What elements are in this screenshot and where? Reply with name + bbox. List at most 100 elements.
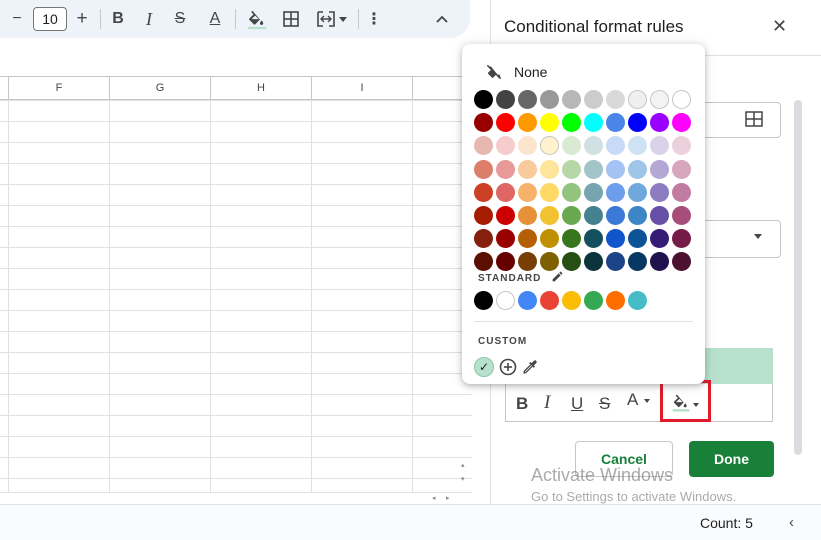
- palette-swatch[interactable]: [672, 159, 691, 179]
- standard-color-swatch[interactable]: [562, 291, 581, 310]
- palette-swatch[interactable]: [628, 159, 647, 179]
- palette-swatch[interactable]: [584, 159, 603, 179]
- palette-swatch[interactable]: [540, 113, 559, 133]
- palette-swatch[interactable]: [474, 252, 493, 272]
- palette-swatch[interactable]: [474, 159, 493, 179]
- palette-swatch[interactable]: [628, 90, 647, 109]
- palette-swatch[interactable]: [584, 229, 603, 249]
- range-input[interactable]: [699, 102, 781, 138]
- borders-button[interactable]: [279, 6, 303, 32]
- palette-swatch[interactable]: [672, 206, 691, 225]
- merge-cells-button[interactable]: [312, 6, 350, 32]
- palette-swatch[interactable]: [540, 136, 559, 156]
- standard-color-swatch[interactable]: [474, 291, 493, 310]
- scroll-down-icon[interactable]: ▾: [461, 475, 465, 483]
- palette-swatch[interactable]: [672, 136, 691, 156]
- palette-swatch[interactable]: [562, 229, 581, 249]
- fill-color-button[interactable]: [244, 6, 270, 32]
- style-italic-button[interactable]: I: [544, 392, 550, 414]
- palette-swatch[interactable]: [650, 252, 669, 272]
- palette-swatch[interactable]: [672, 182, 691, 202]
- horizontal-scrollbar[interactable]: ◂ ▸: [0, 492, 472, 502]
- spreadsheet-grid[interactable]: F G H I: [0, 76, 472, 506]
- palette-swatch[interactable]: [496, 113, 515, 133]
- palette-swatch[interactable]: [562, 90, 581, 109]
- palette-swatch[interactable]: [540, 159, 559, 179]
- palette-swatch[interactable]: [474, 206, 493, 225]
- palette-swatch[interactable]: [650, 90, 669, 109]
- palette-swatch[interactable]: [650, 229, 669, 249]
- palette-swatch[interactable]: [584, 90, 603, 109]
- palette-swatch[interactable]: [606, 206, 625, 225]
- none-color-option[interactable]: None: [484, 62, 547, 82]
- palette-swatch[interactable]: [562, 182, 581, 202]
- palette-swatch[interactable]: [672, 252, 691, 272]
- palette-swatch[interactable]: [650, 182, 669, 202]
- style-bold-button[interactable]: B: [516, 394, 528, 414]
- scroll-up-icon[interactable]: ▴: [461, 461, 465, 469]
- increase-font-size-button[interactable]: +: [72, 6, 92, 32]
- palette-swatch[interactable]: [562, 206, 581, 225]
- column-header-h[interactable]: H: [210, 77, 311, 100]
- select-range-icon[interactable]: [745, 111, 763, 127]
- palette-swatch[interactable]: [518, 113, 537, 133]
- standard-color-swatch[interactable]: [584, 291, 603, 310]
- palette-swatch[interactable]: [650, 136, 669, 156]
- standard-color-swatch[interactable]: [606, 291, 625, 310]
- palette-swatch[interactable]: [650, 159, 669, 179]
- palette-swatch[interactable]: [672, 113, 691, 133]
- bold-button[interactable]: B: [108, 6, 128, 32]
- eyedropper-icon[interactable]: [520, 357, 540, 377]
- style-strikethrough-button[interactable]: S: [599, 394, 610, 414]
- palette-swatch[interactable]: [562, 159, 581, 179]
- palette-swatch[interactable]: [474, 182, 493, 202]
- palette-swatch[interactable]: [584, 206, 603, 225]
- palette-swatch[interactable]: [628, 229, 647, 249]
- palette-swatch[interactable]: [584, 113, 603, 133]
- palette-swatch[interactable]: [474, 136, 493, 156]
- palette-swatch[interactable]: [540, 229, 559, 249]
- palette-swatch[interactable]: [496, 90, 515, 109]
- scroll-left-icon[interactable]: ◂: [432, 494, 436, 502]
- palette-swatch[interactable]: [518, 229, 537, 249]
- decrease-font-size-button[interactable]: −: [8, 6, 26, 32]
- panel-scrollbar[interactable]: [794, 100, 802, 455]
- style-fill-color-button[interactable]: [665, 387, 705, 417]
- palette-swatch[interactable]: [606, 113, 625, 133]
- palette-swatch[interactable]: [628, 136, 647, 156]
- palette-swatch[interactable]: [496, 206, 515, 225]
- palette-swatch[interactable]: [496, 136, 515, 156]
- column-header-i[interactable]: I: [311, 77, 412, 100]
- palette-swatch[interactable]: [474, 229, 493, 249]
- palette-swatch[interactable]: [628, 182, 647, 202]
- more-options-button[interactable]: ⋮: [366, 6, 382, 32]
- palette-swatch[interactable]: [540, 252, 559, 272]
- palette-swatch[interactable]: [496, 182, 515, 202]
- scroll-right-icon[interactable]: ▸: [446, 494, 450, 502]
- palette-swatch[interactable]: [496, 229, 515, 249]
- palette-swatch[interactable]: [518, 90, 537, 109]
- palette-swatch[interactable]: [650, 113, 669, 133]
- selection-count[interactable]: Count: 5: [700, 515, 753, 531]
- font-size-input[interactable]: 10: [33, 7, 67, 31]
- palette-swatch[interactable]: [606, 229, 625, 249]
- palette-swatch[interactable]: [628, 113, 647, 133]
- standard-color-swatch[interactable]: [518, 291, 537, 310]
- palette-swatch[interactable]: [518, 159, 537, 179]
- palette-swatch[interactable]: [518, 206, 537, 225]
- palette-swatch[interactable]: [496, 252, 515, 272]
- done-button[interactable]: Done: [689, 441, 774, 477]
- palette-swatch[interactable]: [518, 252, 537, 272]
- column-header-f[interactable]: F: [8, 77, 109, 100]
- palette-swatch[interactable]: [650, 206, 669, 225]
- palette-swatch[interactable]: [562, 252, 581, 272]
- palette-swatch[interactable]: [584, 182, 603, 202]
- add-custom-color-icon[interactable]: [498, 357, 518, 377]
- palette-swatch[interactable]: [606, 252, 625, 272]
- palette-swatch[interactable]: [628, 206, 647, 225]
- palette-swatch[interactable]: [628, 252, 647, 272]
- palette-swatch[interactable]: [540, 206, 559, 225]
- standard-color-swatch[interactable]: [628, 291, 647, 310]
- palette-swatch[interactable]: [606, 136, 625, 156]
- palette-swatch[interactable]: [562, 136, 581, 156]
